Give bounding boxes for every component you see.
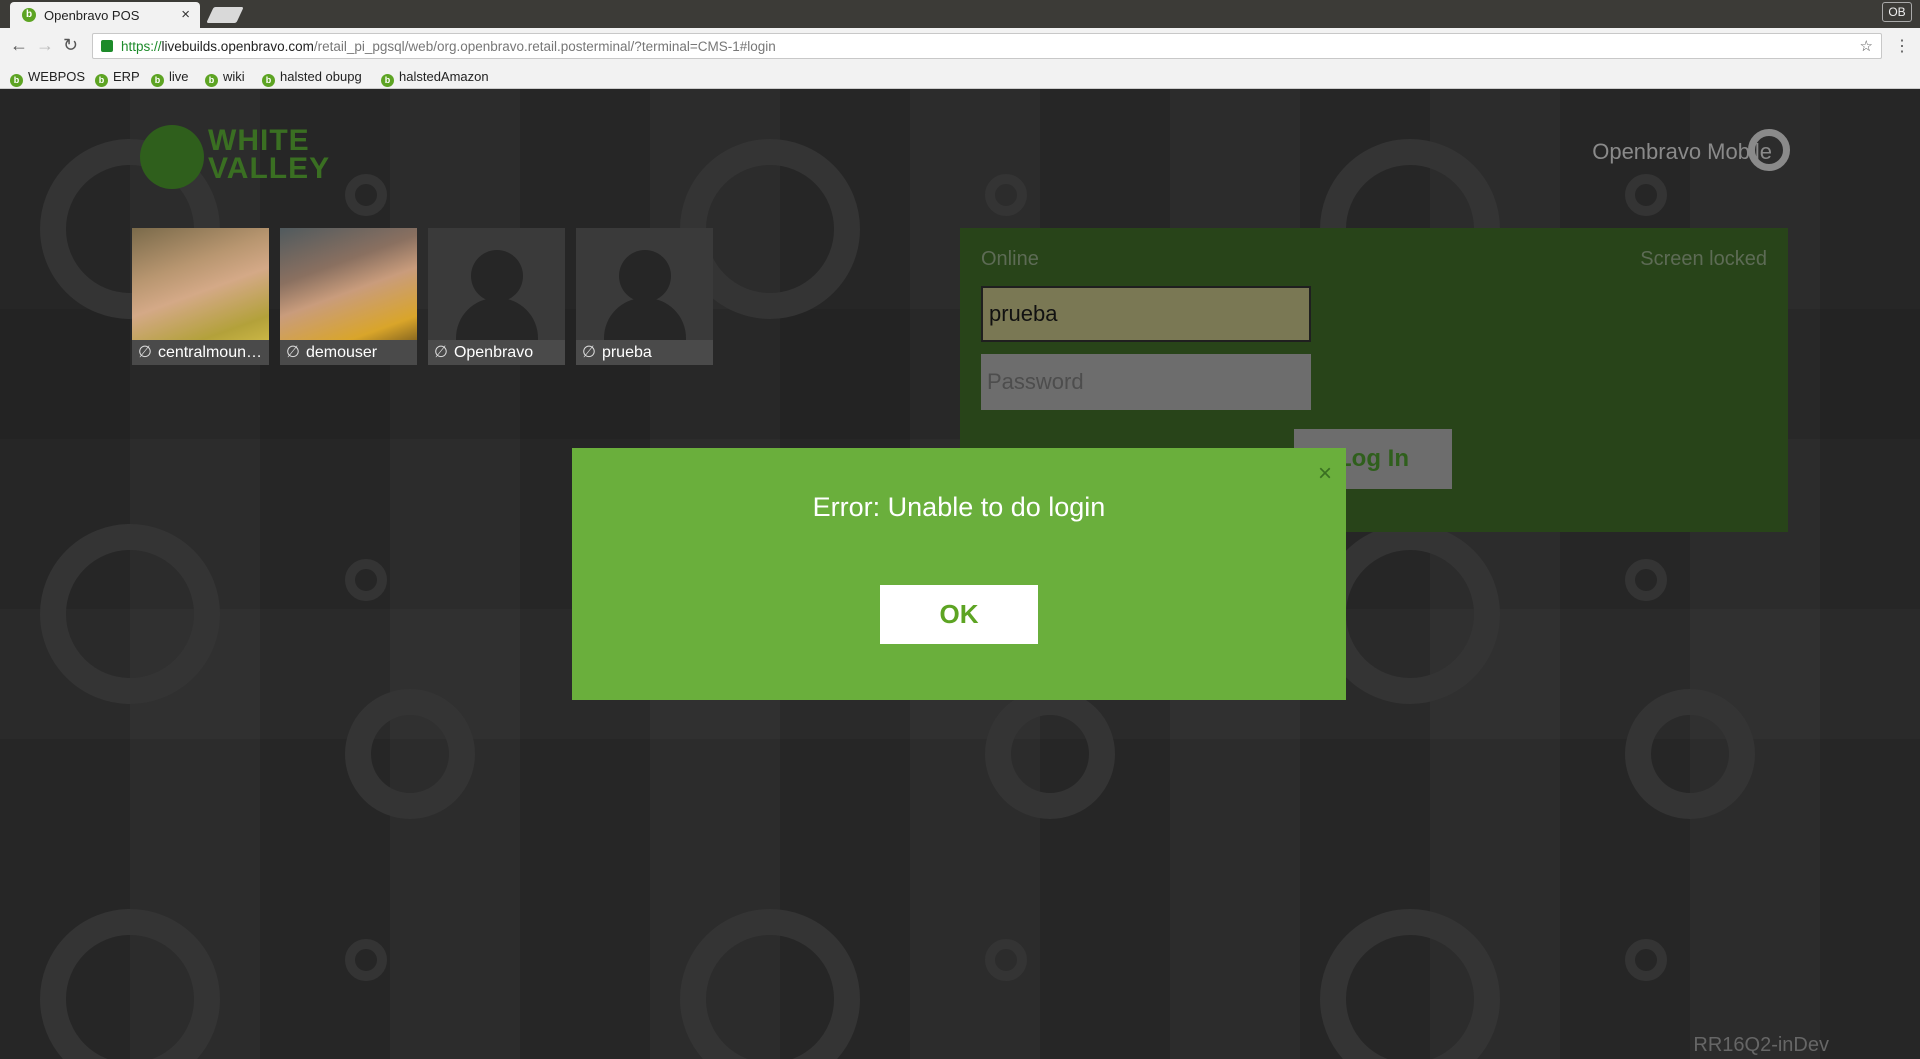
password-input[interactable] (981, 354, 1311, 410)
tab-close-icon[interactable]: × (181, 6, 190, 23)
bookmark-item[interactable]: b WEBPOS (10, 69, 85, 87)
error-message: Error: Unable to do login (812, 492, 1106, 522)
background-logo-icon (1625, 559, 1667, 601)
user-name: ∅ Openbravo (428, 340, 565, 365)
background-logo-icon (985, 174, 1027, 216)
user-card[interactable]: ∅ Openbravo (428, 228, 565, 365)
bookmark-item[interactable]: b ERP (95, 69, 140, 87)
background-logo-icon (345, 559, 387, 601)
ok-button[interactable]: OK (880, 585, 1038, 644)
reload-icon[interactable]: ↻ (63, 35, 78, 56)
browser-tabbar: b Openbravo POS × OB (0, 0, 1920, 28)
openbravo-bookmark-icon: b (10, 74, 23, 87)
openbravo-bookmark-icon: b (151, 74, 164, 87)
background-logo-icon (985, 689, 1115, 819)
user-card[interactable]: ∅ demouser (280, 228, 417, 365)
user-name: ∅ prueba (576, 340, 713, 365)
openbravo-bookmark-icon: b (262, 74, 275, 87)
error-dialog: × Error: Unable to do login OK (572, 448, 1346, 700)
background-logo-icon (1625, 689, 1755, 819)
connection-status: Online (981, 248, 1039, 270)
user-photo (132, 228, 269, 340)
user-card[interactable]: ∅ prueba (576, 228, 713, 365)
openbravo-bookmark-icon: b (205, 74, 218, 87)
profile-button[interactable]: OB (1882, 2, 1912, 22)
browser-toolbar: ← → ↻ https://livebuilds.openbravo.com/r… (0, 28, 1920, 64)
default-avatar-icon (576, 228, 713, 340)
back-arrow-icon[interactable]: ← (10, 35, 28, 56)
address-bar[interactable]: https://livebuilds.openbravo.com/retail_… (92, 33, 1882, 59)
new-tab-button[interactable] (206, 7, 244, 23)
username-input[interactable] (981, 286, 1311, 342)
background-logo-icon (985, 939, 1027, 981)
openbravo-bookmark-icon: b (95, 74, 108, 87)
product-name: Openbravo Mobile (1592, 139, 1772, 164)
user-photo (280, 228, 417, 340)
bookmark-star-icon[interactable]: ☆ (1860, 37, 1873, 55)
default-avatar-icon (428, 228, 565, 340)
background-logo-icon (345, 939, 387, 981)
openbravo-favicon-icon: b (22, 8, 36, 22)
background-logo-icon (1625, 174, 1667, 216)
tab-title: Openbravo POS (44, 8, 140, 23)
close-icon[interactable]: × (1318, 460, 1332, 488)
bookmark-item[interactable]: b live (151, 69, 189, 87)
background-logo-icon (1625, 939, 1667, 981)
user-name: ∅ demouser (280, 340, 417, 365)
bookmark-item[interactable]: b wiki (205, 69, 245, 87)
user-card[interactable]: ∅ centralmoun… (132, 228, 269, 365)
background-logo-icon (40, 524, 220, 704)
app-background: WHITE VALLEY Openbravo Mobile ∅ centralmou… (0, 89, 1920, 1059)
screen-locked-status: Screen locked (1640, 248, 1767, 270)
white-valley-logo-icon (140, 125, 204, 189)
openbravo-logo-icon (1748, 129, 1790, 171)
browser-tab[interactable]: b Openbravo POS × (10, 2, 200, 28)
background-logo-icon (1320, 524, 1500, 704)
version-label: RR16Q2-inDev (1693, 1034, 1829, 1056)
bookmarks-bar: b WEBPOS b ERP b live b wiki b halsted obupg … (0, 64, 1920, 89)
forward-arrow-icon[interactable]: → (36, 35, 54, 56)
lock-icon (101, 40, 113, 52)
brand-text: WHITE VALLEY (208, 124, 331, 185)
background-logo-icon (345, 689, 475, 819)
openbravo-bookmark-icon: b (381, 74, 394, 87)
bookmark-item[interactable]: b halstedAmazon (381, 69, 489, 87)
browser-menu-icon[interactable]: ⋮ (1894, 36, 1910, 56)
url-text: https://livebuilds.openbravo.com/retail_… (121, 39, 776, 54)
background-logo-icon (345, 174, 387, 216)
bookmark-item[interactable]: b halsted obupg (262, 69, 362, 87)
user-name: ∅ centralmoun… (132, 340, 269, 365)
